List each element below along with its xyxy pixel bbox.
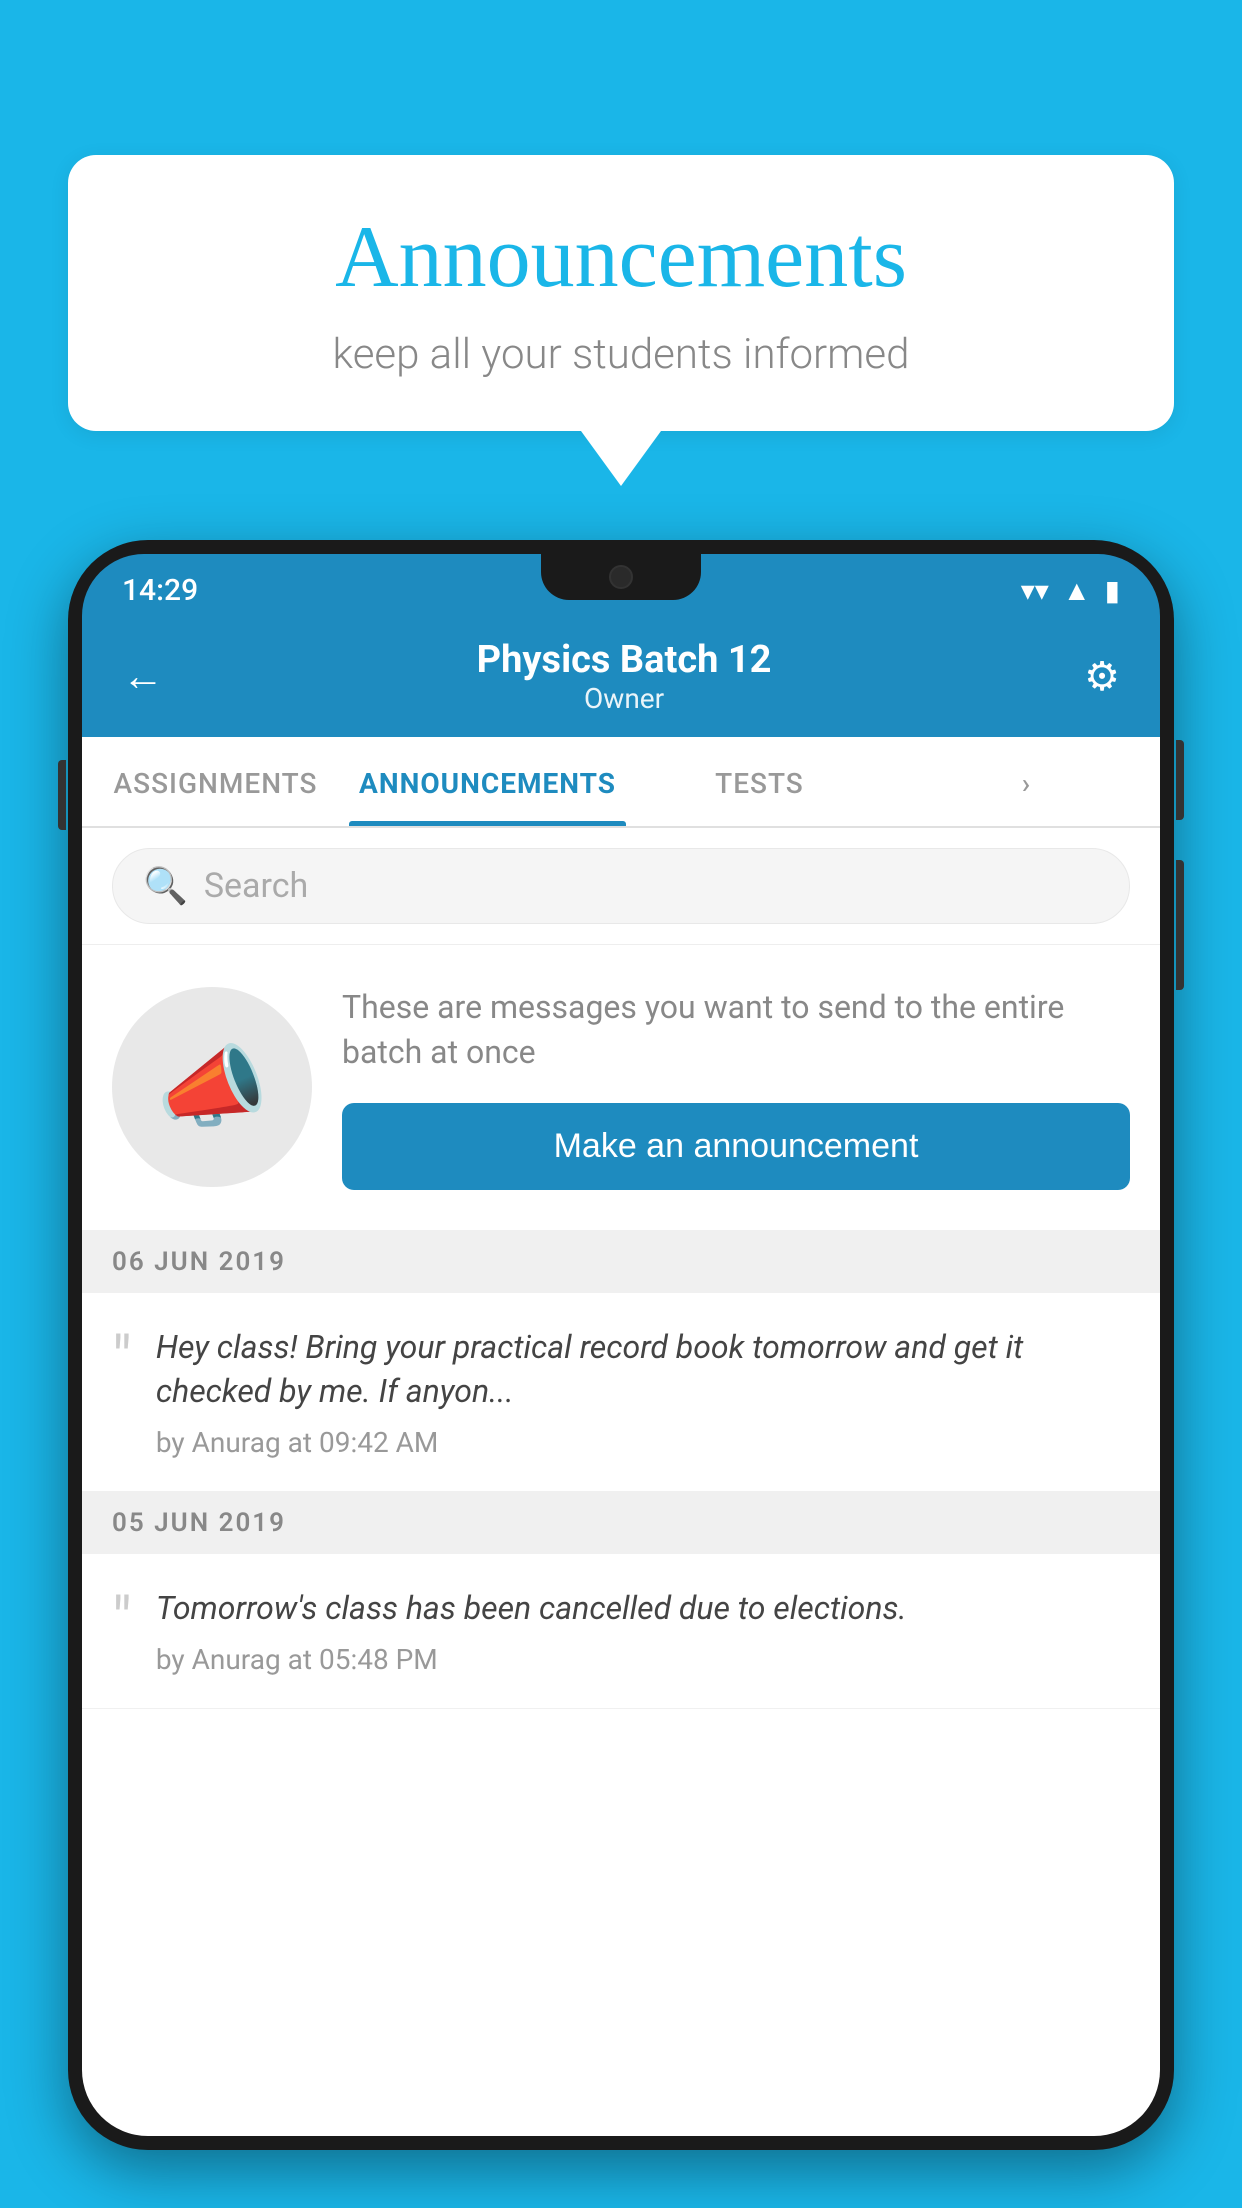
announcement-item-1: " Hey class! Bring your practical record…	[82, 1293, 1160, 1493]
announcement-meta-1: by Anurag at 09:42 AM	[156, 1426, 1130, 1459]
side-button-left	[58, 760, 66, 830]
promo-content: These are messages you want to send to t…	[342, 985, 1130, 1190]
tabs-bar: ASSIGNMENTS ANNOUNCEMENTS TESTS ›	[82, 737, 1160, 828]
announcement-content-2: Tomorrow's class has been cancelled due …	[156, 1586, 1130, 1676]
announcement-text-2: Tomorrow's class has been cancelled due …	[156, 1586, 1130, 1631]
announcement-meta-2: by Anurag at 05:48 PM	[156, 1643, 1130, 1676]
app-header: ← Physics Batch 12 Owner ⚙	[82, 616, 1160, 737]
search-icon: 🔍	[143, 865, 188, 907]
announcement-content-1: Hey class! Bring your practical record b…	[156, 1325, 1130, 1460]
search-bar[interactable]: 🔍 Search	[112, 848, 1130, 924]
date-header-1: 06 JUN 2019	[82, 1231, 1160, 1293]
side-button-right-2	[1176, 860, 1184, 990]
speech-bubble-title: Announcements	[128, 207, 1114, 308]
wifi-icon: ▾▾	[1021, 574, 1049, 607]
announcement-promo: 📣 These are messages you want to send to…	[82, 945, 1160, 1231]
speech-bubble-subtitle: keep all your students informed	[128, 330, 1114, 379]
status-time: 14:29	[122, 573, 198, 608]
battery-icon: ▮	[1105, 574, 1120, 607]
tab-announcements[interactable]: ANNOUNCEMENTS	[349, 737, 626, 826]
header-subtitle: Owner	[477, 682, 772, 715]
back-button[interactable]: ←	[122, 652, 164, 701]
promo-icon-circle: 📣	[112, 987, 312, 1187]
settings-button[interactable]: ⚙	[1084, 653, 1120, 700]
tab-more[interactable]: ›	[893, 737, 1160, 826]
header-title: Physics Batch 12	[477, 638, 772, 682]
date-header-2: 05 JUN 2019	[82, 1492, 1160, 1554]
signal-icon: ▲	[1063, 574, 1091, 607]
megaphone-icon: 📣	[156, 1035, 268, 1140]
announcement-text-1: Hey class! Bring your practical record b…	[156, 1325, 1130, 1415]
quote-icon-2: "	[112, 1590, 132, 1652]
speech-bubble: Announcements keep all your students inf…	[68, 155, 1174, 431]
search-container: 🔍 Search	[82, 828, 1160, 945]
quote-icon-1: "	[112, 1329, 132, 1391]
tab-assignments[interactable]: ASSIGNMENTS	[82, 737, 349, 826]
phone-camera	[609, 565, 633, 589]
status-icons: ▾▾ ▲ ▮	[1021, 574, 1120, 607]
phone-frame: 14:29 ▾▾ ▲ ▮ ← Physics Batch 12 Owner ⚙ …	[68, 540, 1174, 2150]
search-placeholder: Search	[204, 866, 308, 906]
speech-bubble-wrapper: Announcements keep all your students inf…	[68, 155, 1174, 486]
side-button-right-1	[1176, 740, 1184, 820]
announcement-item-2: " Tomorrow's class has been cancelled du…	[82, 1554, 1160, 1709]
header-center: Physics Batch 12 Owner	[477, 638, 772, 715]
make-announcement-button[interactable]: Make an announcement	[342, 1103, 1130, 1190]
tab-tests[interactable]: TESTS	[626, 737, 893, 826]
speech-bubble-tail	[581, 431, 661, 486]
phone-screen: ← Physics Batch 12 Owner ⚙ ASSIGNMENTS A…	[82, 616, 1160, 2136]
promo-description: These are messages you want to send to t…	[342, 985, 1130, 1075]
phone-notch	[541, 554, 701, 600]
phone-wrapper: 14:29 ▾▾ ▲ ▮ ← Physics Batch 12 Owner ⚙ …	[68, 540, 1174, 2208]
